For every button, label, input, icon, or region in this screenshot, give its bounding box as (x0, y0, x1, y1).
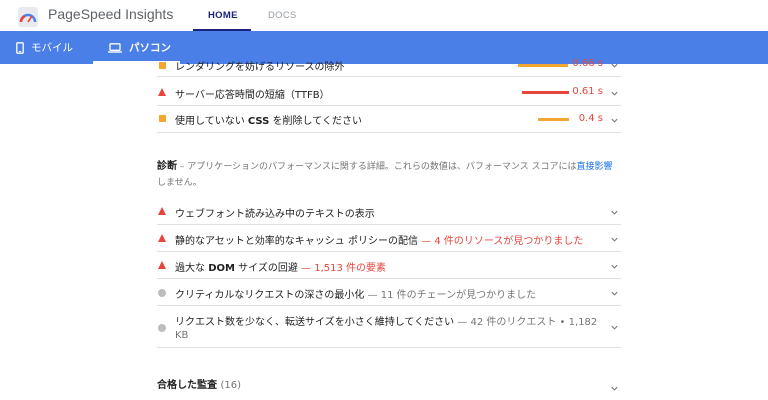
chevron-down-icon[interactable] (610, 208, 619, 217)
nav-docs-tab[interactable]: DOCS (268, 10, 297, 21)
audit-label: 静的なアセットと効率的なキャッシュ ポリシーの配信 — 4 件のリソースが見つか… (175, 236, 584, 247)
savings-value: 0.4 s (578, 113, 603, 124)
diagnostic-row[interactable]: 静的なアセットと効率的なキャッシュ ポリシーの配信 — 4 件のリソースが見つか… (157, 225, 621, 252)
fail-status-icon (158, 207, 166, 215)
chevron-down-icon[interactable] (610, 289, 619, 298)
diagnostic-row[interactable]: ウェブフォント読み込み中のテキストの表示 (157, 198, 621, 225)
chevron-down-icon[interactable] (610, 61, 619, 70)
laptop-icon (108, 42, 122, 53)
chevron-down-icon[interactable] (610, 116, 619, 125)
audit-label: 過大な DOM サイズの回避 — 1,513 件の要素 (175, 263, 387, 274)
audit-row[interactable]: レンダリングを妨げるリソースの除外 0.66 s (157, 55, 621, 77)
tab-desktop-label: パソコン (129, 42, 171, 54)
audit-row[interactable]: 使用していない CSS を削除してください 0.4 s (157, 106, 621, 133)
tab-mobile-label: モバイル (31, 42, 73, 54)
audit-label: サーバー応答時間の短縮（TTFB） (175, 90, 330, 101)
pagespeed-logo-icon (18, 7, 38, 27)
audit-row[interactable]: サーバー応答時間の短縮（TTFB） 0.61 s (157, 79, 621, 106)
diagnostic-row[interactable]: クリティカルなリクエストの深さの最小化 — 11 件のチェーンが見つかりました (157, 279, 621, 306)
chevron-down-icon[interactable] (610, 323, 619, 332)
audit-label: リクエスト数を少なく、転送サイズを小さく維持してください — 42 件のリクエス… (175, 317, 598, 328)
chevron-down-icon[interactable] (610, 235, 619, 244)
fail-status-icon (158, 88, 166, 96)
direct-impact-link[interactable]: 直接影響 (577, 162, 613, 172)
chevron-down-icon[interactable] (610, 384, 619, 393)
audit-label: ウェブフォント読み込み中のテキストの表示 (175, 209, 375, 220)
passed-audits-title: 合格した監査 (157, 380, 217, 391)
chevron-down-icon[interactable] (610, 262, 619, 271)
app-title: PageSpeed Insights (48, 6, 174, 22)
average-status-icon (159, 115, 166, 122)
audit-label: 使用していない CSS を削除してください (175, 116, 362, 127)
audit-label: クリティカルなリクエストの深さの最小化 — 11 件のチェーンが見つかりました (175, 290, 537, 301)
savings-bar (518, 64, 568, 67)
diagnostics-header: 診断 – アプリケーションのパフォーマンスに関する詳細。これらの数値は、パフォー… (157, 159, 617, 191)
passed-audits-count: (16) (220, 380, 242, 391)
nav-home-tab[interactable]: HOME (208, 10, 238, 21)
average-status-icon (159, 62, 166, 69)
info-status-icon (158, 324, 166, 332)
passed-audits-header[interactable]: 合格した監査 (16) (157, 376, 241, 391)
savings-value: 0.61 s (572, 86, 603, 97)
fail-status-icon (158, 261, 166, 269)
smartphone-icon (16, 41, 24, 54)
savings-bar (522, 91, 569, 94)
audit-label: レンダリングを妨げるリソースの除外 (175, 62, 345, 73)
fail-status-icon (158, 234, 166, 242)
savings-bar (538, 118, 569, 121)
diagnostic-row[interactable]: 過大な DOM サイズの回避 — 1,513 件の要素 (157, 252, 621, 279)
tab-mobile[interactable]: モバイル (16, 31, 73, 64)
section-description: – アプリケーションのパフォーマンスに関する詳細。これらの数値は、パフォーマンス… (177, 162, 577, 172)
chevron-down-icon[interactable] (610, 89, 619, 98)
diagnostic-row[interactable]: リクエスト数を少なく、転送サイズを小さく維持してください — 42 件のリクエス… (157, 306, 621, 348)
section-title: 診断 (157, 161, 177, 172)
audit-label-continuation: KB (175, 330, 189, 341)
info-status-icon (158, 289, 166, 297)
top-header: PageSpeed Insights HOME DOCS (0, 0, 768, 31)
section-description-end: しません。 (157, 178, 202, 188)
savings-value: 0.66 s (572, 58, 603, 69)
